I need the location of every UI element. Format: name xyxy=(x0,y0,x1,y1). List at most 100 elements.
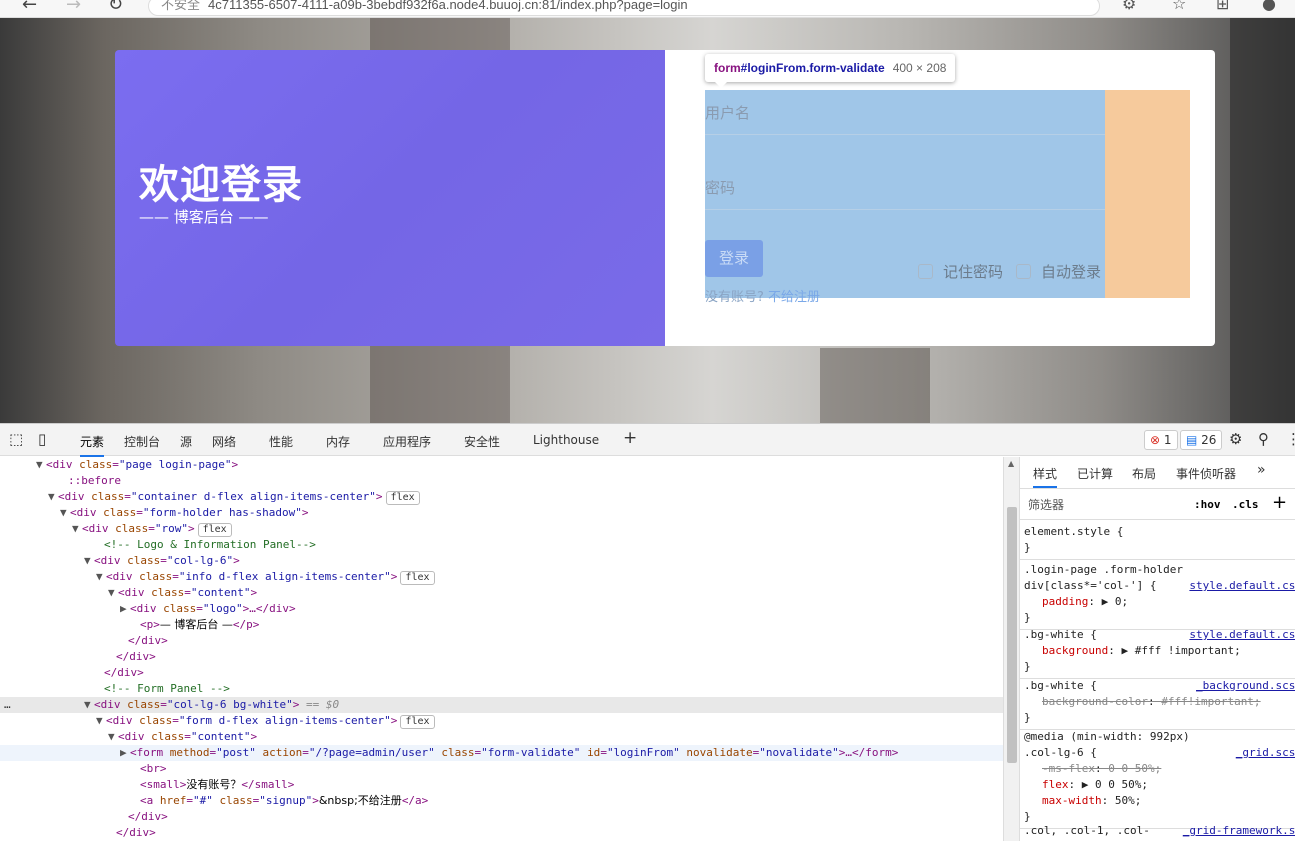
dom-node-line[interactable]: </div> xyxy=(0,665,1003,681)
tag-text: </div> xyxy=(116,650,156,663)
hov-toggle[interactable]: :hov xyxy=(1194,498,1221,511)
property-name: padding xyxy=(1042,595,1089,608)
source-link[interactable]: style.default.css xyxy=(1189,627,1295,643)
dom-node-line[interactable]: <!-- Form Panel --> xyxy=(0,681,1003,697)
username-field[interactable]: 用户名 xyxy=(705,102,1105,135)
customize-icon[interactable]: ⚲ xyxy=(1258,430,1269,448)
cls-toggle[interactable]: .cls xyxy=(1232,498,1259,511)
dom-node-line[interactable]: … ▼ <div class="col-lg-6 bg-white"> == $0 xyxy=(0,697,1003,713)
no-account-text: 没有账号? xyxy=(705,290,764,305)
settings-gear-icon[interactable]: ⚙ xyxy=(1229,430,1242,448)
device-toolbar-icon[interactable]: ▯ xyxy=(38,430,46,448)
remember-checkbox[interactable]: 记住密码 xyxy=(918,261,1003,282)
login-button[interactable]: 登录 xyxy=(705,240,763,277)
dom-node-line[interactable]: ▼ <div class="row"> flex xyxy=(0,521,1003,537)
dom-node-content: ▼ <div class="page login-page"> xyxy=(36,458,239,471)
expand-arrow-icon: ▼ xyxy=(108,730,115,743)
selector-text: .bg-white { xyxy=(1024,628,1097,641)
add-tab-icon[interactable]: + xyxy=(623,428,637,448)
tag-text: > xyxy=(250,586,258,599)
profile-icon[interactable]: ● xyxy=(1262,0,1276,13)
favorites-icon[interactable]: ☆ xyxy=(1172,0,1186,13)
style-rule: .bg-white {style.default.css background: … xyxy=(1020,624,1295,679)
scroll-up-icon[interactable]: ▲ xyxy=(1008,459,1014,468)
elements-scrollbar[interactable]: ▲ xyxy=(1003,457,1019,841)
styles-filter-input[interactable]: 筛选器 xyxy=(1024,495,1182,515)
tab-memory[interactable]: 内存 xyxy=(326,433,350,450)
tab-lighthouse[interactable]: Lighthouse xyxy=(533,433,599,447)
dom-node-line[interactable]: <!-- Logo & Information Panel--> xyxy=(0,537,1003,553)
attr-value: "form-validate" xyxy=(481,746,581,759)
dom-node-line[interactable]: ▼ <div class="form d-flex align-items-cen… xyxy=(0,713,1003,729)
dom-node-line[interactable]: </div> xyxy=(0,633,1003,649)
dom-node-content: <a href="#" class="signup">&nbsp;不给注册</a… xyxy=(140,794,429,807)
tab-console[interactable]: 控制台 xyxy=(124,433,160,450)
message-badge[interactable]: ▤ 26 xyxy=(1180,430,1223,450)
dom-node-line[interactable]: ▼ <div class="col-lg-6"> xyxy=(0,553,1003,569)
source-link[interactable]: _background.scss xyxy=(1196,678,1295,694)
password-field[interactable]: 密码 xyxy=(705,177,1105,210)
checkbox-icon[interactable] xyxy=(918,264,933,279)
new-rule-icon[interactable]: + xyxy=(1272,492,1287,513)
signup-link[interactable]: 不给注册 xyxy=(768,290,820,305)
dom-node-line[interactable]: ▼ <div class="content"> xyxy=(0,729,1003,745)
dom-node-line[interactable]: ▼ <div class="form-holder has-shadow"> xyxy=(0,505,1003,521)
tooltip-tag: form xyxy=(714,61,741,75)
tab-security[interactable]: 安全性 xyxy=(464,433,500,450)
more-icon[interactable]: ⋮ xyxy=(1286,430,1295,448)
collections-icon[interactable]: ⊞ xyxy=(1216,0,1229,13)
rule-close: } xyxy=(1024,711,1031,724)
devtools-panel: ⬚ ▯ 元素 控制台 源 网络 性能 内存 应用程序 安全性 Lighthous… xyxy=(0,423,1295,841)
tab-layout[interactable]: 布局 xyxy=(1132,465,1156,482)
dom-node-line[interactable]: <a href="#" class="signup">&nbsp;不给注册</a… xyxy=(0,793,1003,809)
tab-event-listeners[interactable]: 事件侦听器 xyxy=(1176,465,1236,482)
tab-network[interactable]: 网络 xyxy=(212,433,236,450)
property-colon: : xyxy=(1094,762,1109,775)
reload-icon[interactable]: ↻ xyxy=(108,0,123,15)
dom-node-line[interactable]: ▶ <div class="logo">…</div> xyxy=(0,601,1003,617)
dom-node-line[interactable]: ▼ <div class="content"> xyxy=(0,585,1003,601)
address-bar[interactable]: 不安全 4c711355-6507-4111-a09b-3bebdf932f6a.… xyxy=(148,0,1100,16)
autologin-checkbox[interactable]: 自动登录 xyxy=(1016,261,1101,282)
tab-computed[interactable]: 已计算 xyxy=(1077,465,1113,482)
security-label[interactable]: 不安全 xyxy=(161,0,200,12)
back-icon[interactable]: ← xyxy=(22,0,37,15)
error-badge[interactable]: ⊗ 1 xyxy=(1144,430,1178,450)
elements-tree[interactable]: ▼ <div class="page login-page">::before ▼ <… xyxy=(0,457,1003,841)
tab-styles[interactable]: 样式 xyxy=(1033,465,1058,488)
dom-node-line[interactable]: </div> xyxy=(0,649,1003,665)
dom-node-line[interactable]: <small>没有账号？</small> xyxy=(0,777,1003,793)
extensions-icon[interactable]: ⚙ xyxy=(1122,0,1136,13)
tab-elements[interactable]: 元素 xyxy=(80,433,105,457)
tab-performance[interactable]: 性能 xyxy=(269,433,293,450)
source-link[interactable]: style.default.css xyxy=(1189,578,1295,594)
more-tabs-icon[interactable]: » xyxy=(1257,462,1266,478)
dom-node-line[interactable]: <p>— 博客后台 —</p> xyxy=(0,617,1003,633)
tab-application[interactable]: 应用程序 xyxy=(383,433,431,450)
attr-value: "col-lg-6" xyxy=(166,554,234,567)
dom-node-line[interactable]: ▶ <form method="post" action="/?page=admi… xyxy=(0,745,1003,761)
scroll-thumb[interactable] xyxy=(1007,507,1017,763)
property-name: background-color xyxy=(1042,695,1148,708)
dom-node-line[interactable]: ▼ <div class="container d-flex align-item… xyxy=(0,489,1003,505)
node-text: 没有账号？ xyxy=(186,778,242,791)
error-count: 1 xyxy=(1163,433,1172,447)
tag-text: > xyxy=(390,714,398,727)
selector-text: .login-page .form-holder div[class*='col… xyxy=(1024,563,1183,592)
expand-arrow-icon: ▼ xyxy=(96,714,103,727)
source-link[interactable]: _grid-framework.sc xyxy=(1183,823,1295,839)
inspect-icon[interactable]: ⬚ xyxy=(9,430,23,448)
dom-node-content: ::before xyxy=(58,473,121,489)
source-link[interactable]: _grid.scss xyxy=(1236,745,1295,761)
style-rule: .login-page .form-holder div[class*='col… xyxy=(1020,559,1295,630)
dom-node-line[interactable]: <br> xyxy=(0,761,1003,777)
dom-node-line[interactable]: </div> xyxy=(0,825,1003,841)
forward-icon[interactable]: → xyxy=(66,0,81,15)
dom-node-line[interactable]: </div> xyxy=(0,809,1003,825)
page-subtitle: —— 博客后台 —— xyxy=(139,208,269,226)
dom-node-line[interactable]: ::before xyxy=(0,473,1003,489)
dom-node-line[interactable]: ▼ <div class="info d-flex align-items-cen… xyxy=(0,569,1003,585)
checkbox-icon[interactable] xyxy=(1016,264,1031,279)
dom-node-line[interactable]: ▼ <div class="page login-page"> xyxy=(0,457,1003,473)
tab-sources[interactable]: 源 xyxy=(180,433,192,450)
